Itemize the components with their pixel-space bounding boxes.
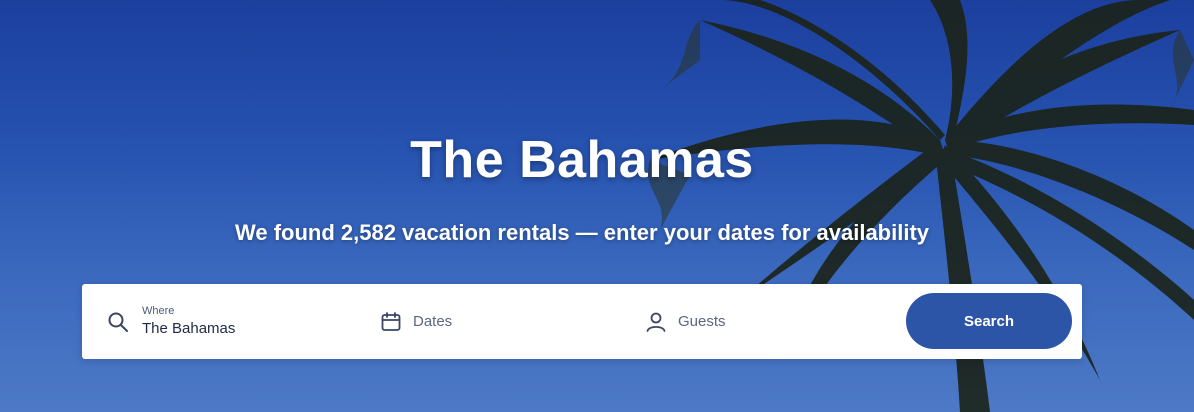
calendar-icon bbox=[379, 310, 403, 334]
where-value[interactable]: The Bahamas bbox=[142, 320, 235, 338]
dates-field[interactable]: Dates bbox=[379, 284, 629, 359]
where-field[interactable]: Where The Bahamas bbox=[106, 284, 366, 359]
guests-field[interactable]: Guests bbox=[644, 284, 894, 359]
search-button[interactable]: Search bbox=[906, 293, 1072, 349]
page-title: The Bahamas bbox=[410, 131, 754, 189]
results-summary: We found 2,582 vacation rentals — enter … bbox=[234, 220, 930, 245]
dates-placeholder[interactable]: Dates bbox=[413, 313, 452, 331]
person-icon bbox=[644, 310, 668, 334]
search-bar: Where The Bahamas Dates Guests Search bbox=[82, 284, 1082, 359]
search-icon bbox=[106, 310, 130, 334]
hero-banner: The Bahamas We found 2,582 vacation rent… bbox=[0, 0, 1194, 412]
where-label: Where bbox=[142, 305, 175, 317]
guests-placeholder[interactable]: Guests bbox=[678, 313, 726, 331]
